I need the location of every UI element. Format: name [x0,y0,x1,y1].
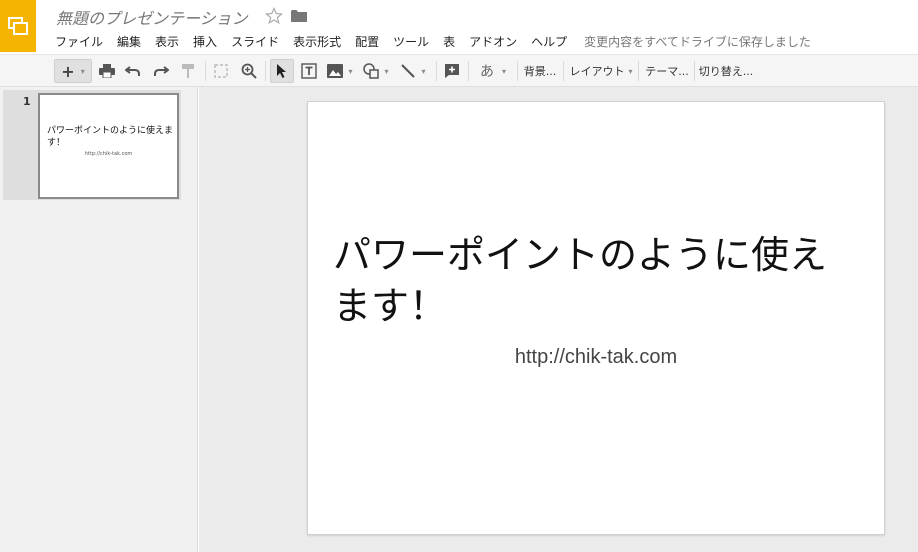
menu-format[interactable]: 表示形式 [286,33,348,50]
slide-filmstrip: 1 パワーポイントのように使えます！ http://chik-tak.com [0,87,198,552]
insert-shape-icon[interactable]: ▾ [360,59,392,83]
layout-button[interactable]: レイアウト ▾ [568,59,634,83]
slide-thumbnail[interactable]: パワーポイントのように使えます！ http://chik-tak.com [38,93,179,199]
toolbar-divider [468,61,469,81]
filmstrip-item[interactable]: 1 パワーポイントのように使えます！ http://chik-tak.com [3,90,181,200]
menu-addons[interactable]: アドオン [462,33,524,50]
folder-icon[interactable] [291,9,307,23]
menu-table[interactable]: 表 [436,33,462,50]
layout-label: レイアウト [569,65,625,78]
print-icon[interactable] [96,59,118,83]
menu-view[interactable]: 表示 [148,33,186,50]
insert-line-icon[interactable]: ▾ [396,59,430,83]
undo-icon[interactable] [122,59,144,83]
slide-title[interactable]: パワーポイントのように使えます！ [333,230,853,332]
zoom-icon[interactable] [238,59,260,83]
thumbnail-subtitle: http://chik-tak.com [84,151,133,157]
toolbar-divider [517,61,518,81]
save-status[interactable]: 変更内容をすべてドライブに保存しました [584,33,811,50]
toolbar: + ▾ ▾ ▾ ▾ あ ▾ 背景... レイアウト ▾ テーマ... 切り替え.… [0,54,918,87]
chevron-down-icon: ▾ [384,66,389,76]
app-header: 無題のプレゼンテーション ファイル 編集 表示 挿入 スライド 表示形式 配置 … [0,0,918,54]
slide[interactable]: パワーポイントのように使えます！ http://chik-tak.com [307,101,885,535]
new-slide-button[interactable]: + ▾ [54,59,92,83]
menu-arrange[interactable]: 配置 [348,33,386,50]
toolbar-divider [205,61,206,81]
slide-subtitle[interactable]: http://chik-tak.com [308,346,884,369]
transition-button[interactable]: 切り替え... [699,59,754,83]
text-box-icon[interactable] [298,59,320,83]
input-tools-button[interactable]: あ ▾ [473,59,513,83]
toolbar-divider [265,61,266,81]
background-button[interactable]: 背景... [522,59,558,83]
toolbar-divider [563,61,564,81]
add-comment-icon[interactable] [441,59,463,83]
menu-bar: ファイル 編集 表示 挿入 スライド 表示形式 配置 ツール 表 アドオン ヘル… [48,31,811,51]
paint-format-icon[interactable] [177,59,199,83]
new-slide-label: + [61,61,75,81]
toolbar-divider [694,61,695,81]
menu-file[interactable]: ファイル [48,33,110,50]
toolbar-divider [638,61,639,81]
menu-help[interactable]: ヘルプ [524,33,574,50]
select-pointer-icon[interactable] [270,59,294,83]
chevron-down-icon: ▾ [80,66,85,76]
menu-slide[interactable]: スライド [224,33,286,50]
chevron-down-icon: ▾ [348,66,353,76]
document-title[interactable]: 無題のプレゼンテーション [56,5,248,29]
fit-zoom-icon[interactable] [210,59,232,83]
insert-image-icon[interactable]: ▾ [324,59,356,83]
chevron-down-icon: ▾ [628,66,633,76]
theme-button[interactable]: テーマ... [643,59,691,83]
star-icon[interactable] [265,7,283,25]
slides-logo-icon[interactable] [0,0,36,52]
chevron-down-icon: ▾ [501,66,506,76]
menu-tools[interactable]: ツール [386,33,436,50]
chevron-down-icon: ▾ [421,66,426,76]
menu-edit[interactable]: 編集 [110,33,148,50]
toolbar-divider [436,61,437,81]
redo-icon[interactable] [150,59,172,83]
menu-insert[interactable]: 挿入 [186,33,224,50]
thumbnail-title: パワーポイントのように使えます！ [47,126,174,148]
slide-number: 1 [23,95,31,108]
input-tools-label: あ [479,64,494,80]
slide-editor-canvas: パワーポイントのように使えます！ http://chik-tak.com [199,87,918,552]
